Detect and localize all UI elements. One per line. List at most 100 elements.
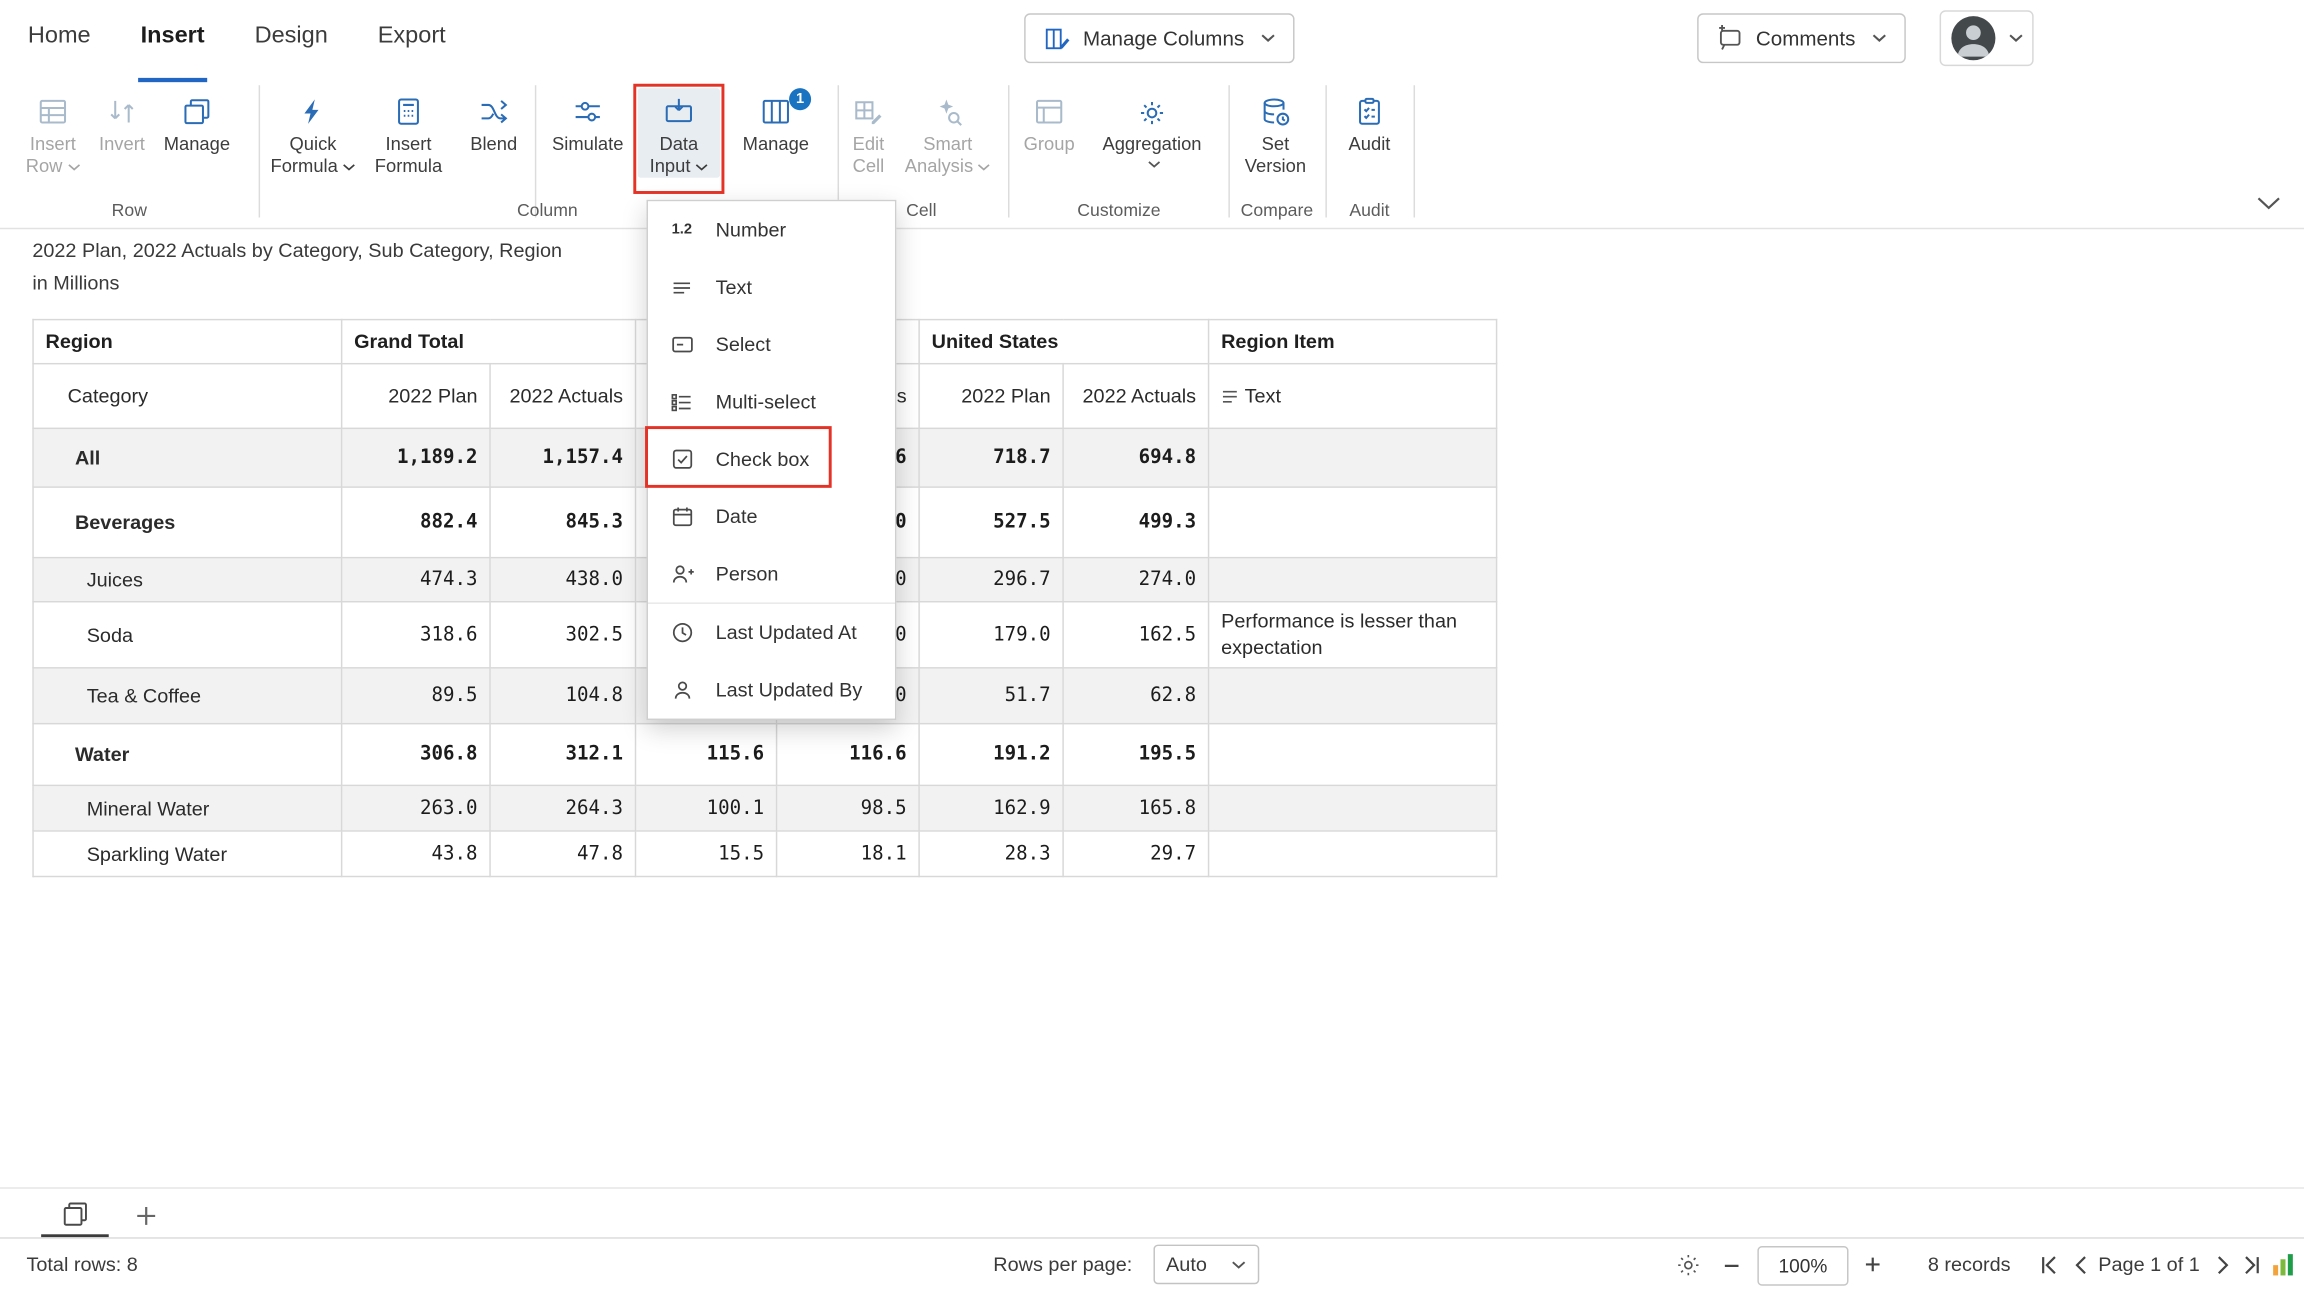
table-cell[interactable]: 1,157.4	[490, 428, 635, 487]
tab-home[interactable]: Home	[25, 0, 94, 82]
menu-item-person[interactable]: Person	[648, 545, 895, 602]
group-button[interactable]: Group	[1017, 88, 1082, 156]
blend-button[interactable]: Blend	[461, 88, 526, 156]
zoom-out-button[interactable]	[1722, 1256, 1741, 1275]
table-cell[interactable]: 1,189.2	[342, 428, 490, 487]
audit-button[interactable]: Audit	[1334, 88, 1405, 156]
table-cell[interactable]: 116.6	[777, 724, 920, 786]
table-cell[interactable]: 312.1	[490, 724, 635, 786]
table-cell[interactable]: 882.4	[342, 487, 490, 558]
col-header-plan[interactable]: 2022 Plan	[919, 364, 1063, 429]
table-cell[interactable]: 264.3	[490, 786, 635, 832]
table-cell[interactable]: 162.9	[919, 786, 1063, 832]
table-cell[interactable]: 191.2	[919, 724, 1063, 786]
table-cell[interactable]: 179.0	[919, 602, 1063, 669]
table-cell[interactable]: 274.0	[1063, 558, 1208, 602]
menu-item-number[interactable]: 1.2 Number	[648, 201, 895, 258]
table-cell[interactable]	[1209, 668, 1497, 724]
row-label[interactable]: Water	[33, 724, 342, 786]
col-header-region[interactable]: Region	[33, 320, 342, 364]
row-label[interactable]: All	[33, 428, 342, 487]
table-cell[interactable]: 62.8	[1063, 668, 1208, 724]
table-cell[interactable]	[1209, 724, 1497, 786]
menu-item-last-updated-at[interactable]: Last Updated At	[648, 604, 895, 661]
menu-item-date[interactable]: Date	[648, 488, 895, 545]
add-sheet-button[interactable]	[129, 1199, 161, 1231]
table-cell[interactable]: 527.5	[919, 487, 1063, 558]
menu-item-multi-select[interactable]: Multi-select	[648, 373, 895, 430]
row-label[interactable]: Juices	[33, 558, 342, 602]
first-page-button[interactable]	[2040, 1255, 2059, 1276]
table-cell[interactable]: 51.7	[919, 668, 1063, 724]
invert-button[interactable]: Invert	[94, 88, 150, 156]
table-cell[interactable]: 296.7	[919, 558, 1063, 602]
table-cell[interactable]: 89.5	[342, 668, 490, 724]
table-cell[interactable]: 499.3	[1063, 487, 1208, 558]
chart-logo-button[interactable]	[2272, 1252, 2296, 1277]
row-label[interactable]: Beverages	[33, 487, 342, 558]
col-header-united-states[interactable]: United States	[919, 320, 1208, 364]
data-input-button[interactable]: Data Input	[638, 88, 720, 178]
table-cell[interactable]: 43.8	[342, 832, 490, 878]
table-cell[interactable]: 438.0	[490, 558, 635, 602]
table-cell[interactable]: 47.8	[490, 832, 635, 878]
row-label[interactable]: Sparkling Water	[33, 832, 342, 878]
tab-export[interactable]: Export	[375, 0, 449, 82]
table-cell[interactable]: 195.5	[1063, 724, 1208, 786]
table-cell[interactable]: 302.5	[490, 602, 635, 669]
manage-columns-ribbon-button[interactable]: Manage 1	[726, 88, 826, 156]
table-cell[interactable]: 104.8	[490, 668, 635, 724]
table-cell[interactable]: 100.1	[636, 786, 777, 832]
zoom-in-button[interactable]	[1863, 1255, 1882, 1274]
zoom-level[interactable]: 100%	[1757, 1246, 1848, 1286]
collapse-ribbon-button[interactable]	[2257, 197, 2281, 210]
col-header-grand-total[interactable]: Grand Total	[342, 320, 636, 364]
row-label[interactable]: Tea & Coffee	[33, 668, 342, 724]
table-cell[interactable]	[1209, 558, 1497, 602]
account-menu[interactable]	[1940, 10, 2034, 66]
table-cell[interactable]: 115.6	[636, 724, 777, 786]
insert-formula-button[interactable]: Insert Formula	[361, 88, 455, 178]
menu-item-check-box[interactable]: Check box	[648, 431, 895, 488]
menu-item-select[interactable]: Select	[648, 316, 895, 373]
table-cell[interactable]: 306.8	[342, 724, 490, 786]
table-cell[interactable]	[1209, 428, 1497, 487]
col-header-region-item-type[interactable]: Text	[1209, 364, 1497, 429]
table-cell[interactable]: 694.8	[1063, 428, 1208, 487]
menu-item-text[interactable]: Text	[648, 259, 895, 316]
tab-design[interactable]: Design	[252, 0, 331, 82]
simulate-button[interactable]: Simulate	[545, 88, 630, 156]
quick-formula-button[interactable]: Quick Formula	[270, 88, 355, 178]
next-page-button[interactable]	[2216, 1255, 2231, 1276]
table-cell[interactable]: 263.0	[342, 786, 490, 832]
manage-rows-button[interactable]: Manage	[153, 88, 241, 156]
col-header-region-item[interactable]: Region Item	[1209, 320, 1497, 364]
table-cell[interactable]: 318.6	[342, 602, 490, 669]
row-label[interactable]: Mineral Water	[33, 786, 342, 832]
table-cell[interactable]: 15.5	[636, 832, 777, 878]
table-cell[interactable]: 18.1	[777, 832, 920, 878]
previous-page-button[interactable]	[2073, 1255, 2088, 1276]
menu-item-last-updated-by[interactable]: Last Updated By	[648, 661, 895, 718]
sheet-tab[interactable]	[41, 1189, 109, 1239]
set-version-button[interactable]: Set Version	[1234, 88, 1316, 178]
manage-columns-button[interactable]: Manage Columns	[1024, 13, 1294, 63]
tab-insert[interactable]: Insert	[138, 0, 208, 82]
table-cell[interactable]: 162.5	[1063, 602, 1208, 669]
insert-row-button[interactable]: Insert Row	[15, 88, 91, 178]
table-cell[interactable]: 474.3	[342, 558, 490, 602]
table-cell[interactable]	[1209, 832, 1497, 878]
table-cell[interactable]: 845.3	[490, 487, 635, 558]
aggregation-button[interactable]: Aggregation	[1087, 88, 1216, 169]
col-header-actuals[interactable]: 2022 Actuals	[490, 364, 635, 429]
row-label[interactable]: Soda	[33, 602, 342, 669]
edit-cell-button[interactable]: Edit Cell	[843, 88, 893, 178]
smart-analysis-button[interactable]: Smart Analysis	[896, 88, 999, 178]
comments-button[interactable]: Comments	[1697, 13, 1905, 63]
col-header-plan[interactable]: 2022 Plan	[342, 364, 490, 429]
col-header-actuals[interactable]: 2022 Actuals	[1063, 364, 1208, 429]
table-cell[interactable]: 718.7	[919, 428, 1063, 487]
last-page-button[interactable]	[2242, 1255, 2261, 1276]
table-cell[interactable]: 28.3	[919, 832, 1063, 878]
table-cell[interactable]: 165.8	[1063, 786, 1208, 832]
